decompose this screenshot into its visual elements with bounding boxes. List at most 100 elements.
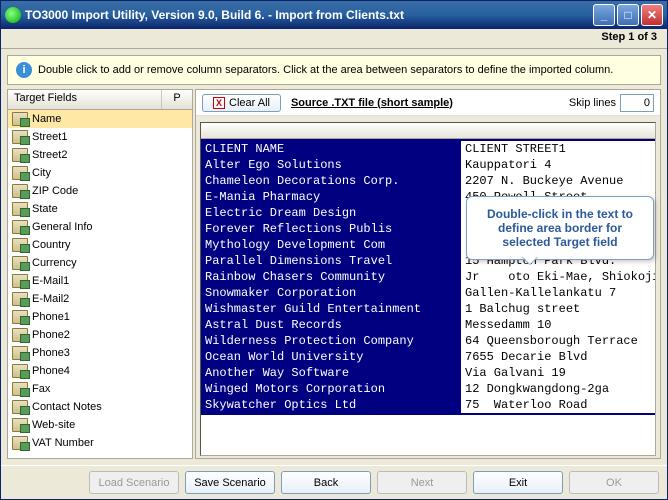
x-icon: X bbox=[213, 97, 225, 109]
data-row[interactable]: Wilderness Protection Company64 Queensbo… bbox=[201, 333, 656, 349]
field-label: Name bbox=[32, 113, 61, 125]
field-label: Contact Notes bbox=[32, 401, 102, 413]
target-fields-panel: Target Fields P Name Street1Street2City ZI… bbox=[7, 89, 193, 459]
field-icon bbox=[12, 310, 28, 324]
field-row-e-mail1[interactable]: E-Mail1 bbox=[8, 272, 192, 290]
cell-a: Ocean World University bbox=[201, 349, 461, 365]
field-row-street2[interactable]: Street2 bbox=[8, 146, 192, 164]
cell-a: Another Way Software bbox=[201, 365, 461, 381]
field-label: Country bbox=[32, 239, 71, 251]
field-row-city[interactable]: City bbox=[8, 164, 192, 182]
field-icon bbox=[12, 238, 28, 252]
header-target-fields[interactable]: Target Fields bbox=[8, 90, 162, 109]
cell-b: 75 Waterloo Road bbox=[461, 397, 656, 413]
data-row[interactable]: Rainbow Chasers CommunityJr oto Eki-Mae,… bbox=[201, 269, 656, 285]
data-row[interactable]: Chameleon Decorations Corp.2207 N. Bucke… bbox=[201, 173, 656, 189]
minimize-button[interactable]: _ bbox=[593, 4, 615, 26]
field-row-street1[interactable]: Street1 bbox=[8, 128, 192, 146]
target-fields-list[interactable]: Name Street1Street2City ZIP Code StateGener… bbox=[8, 110, 192, 458]
field-label: Fax bbox=[32, 383, 50, 395]
cell-a: Chameleon Decorations Corp. bbox=[201, 173, 461, 189]
field-icon bbox=[12, 112, 28, 126]
info-text: Double click to add or remove column sep… bbox=[38, 64, 613, 76]
field-row-state[interactable]: State bbox=[8, 200, 192, 218]
source-file-label: Source .TXT file (short sample) bbox=[291, 97, 453, 109]
field-icon bbox=[12, 166, 28, 180]
data-scroll[interactable]: CLIENT NAMECLIENT STREET1Alter Ego Solut… bbox=[200, 122, 656, 456]
hint-tooltip: Double-click in the text to define area … bbox=[466, 196, 654, 260]
data-row[interactable]: Another Way SoftwareVia Galvani 19 bbox=[201, 365, 656, 381]
field-label: VAT Number bbox=[32, 437, 94, 449]
data-row[interactable]: Winged Motors Corporation12 Dongkwangdon… bbox=[201, 381, 656, 397]
cell-a: E-Mania Pharmacy bbox=[201, 189, 461, 205]
data-row[interactable]: Astral Dust RecordsMessedamm 10 bbox=[201, 317, 656, 333]
field-icon bbox=[12, 292, 28, 306]
field-row-name[interactable]: Name bbox=[8, 110, 192, 128]
column-ruler[interactable] bbox=[201, 123, 656, 139]
field-row-general-info[interactable]: General Info bbox=[8, 218, 192, 236]
field-row-e-mail2[interactable]: E-Mail2 bbox=[8, 290, 192, 308]
data-row[interactable]: Snowmaker CorporationGallen-Kallelankatu… bbox=[201, 285, 656, 301]
field-icon bbox=[12, 436, 28, 450]
cell-b: Via Galvani 19 bbox=[461, 365, 656, 381]
app-window: TO3000 Import Utility, Version 9.0, Buil… bbox=[0, 0, 668, 500]
field-icon bbox=[12, 220, 28, 234]
cell-b: Gallen-Kallelankatu 7 bbox=[461, 285, 656, 301]
field-icon bbox=[12, 328, 28, 342]
exit-button[interactable]: Exit bbox=[473, 471, 563, 494]
field-label: ZIP Code bbox=[32, 185, 78, 197]
source-panel: X Clear All Source .TXT file (short samp… bbox=[195, 89, 661, 459]
cell-b: 1 Balchug street bbox=[461, 301, 656, 317]
bottom-button-bar: Load Scenario Save Scenario Back Next Ex… bbox=[1, 465, 667, 499]
cell-a: Alter Ego Solutions bbox=[201, 157, 461, 173]
data-content[interactable]: CLIENT NAMECLIENT STREET1Alter Ego Solut… bbox=[201, 139, 656, 415]
cell-b: 64 Queensborough Terrace bbox=[461, 333, 656, 349]
field-row-vat-number[interactable]: VAT Number bbox=[8, 434, 192, 452]
field-icon bbox=[12, 418, 28, 432]
field-row-currency[interactable]: Currency bbox=[8, 254, 192, 272]
cell-b: 2207 N. Buckeye Avenue bbox=[461, 173, 656, 189]
info-banner: i Double click to add or remove column s… bbox=[7, 55, 661, 85]
cell-a: Winged Motors Corporation bbox=[201, 381, 461, 397]
cell-b: 7655 Decarie Blvd bbox=[461, 349, 656, 365]
main-area: Target Fields P Name Street1Street2City ZI… bbox=[7, 89, 661, 459]
close-button[interactable]: ✕ bbox=[641, 4, 663, 26]
field-row-zip-code[interactable]: ZIP Code bbox=[8, 182, 192, 200]
data-row[interactable]: Ocean World University7655 Decarie Blvd bbox=[201, 349, 656, 365]
field-label: Phone3 bbox=[32, 347, 70, 359]
target-fields-header: Target Fields P bbox=[8, 90, 192, 110]
ok-button[interactable]: OK bbox=[569, 471, 659, 494]
clear-all-button[interactable]: X Clear All bbox=[202, 94, 281, 112]
cell-b: Kauppatori 4 bbox=[461, 157, 656, 173]
field-row-phone2[interactable]: Phone2 bbox=[8, 326, 192, 344]
field-row-web-site[interactable]: Web-site bbox=[8, 416, 192, 434]
back-button[interactable]: Back bbox=[281, 471, 371, 494]
cell-b: Messedamm 10 bbox=[461, 317, 656, 333]
field-icon bbox=[12, 400, 28, 414]
data-row[interactable]: Alter Ego SolutionsKauppatori 4 bbox=[201, 157, 656, 173]
cell-a: Forever Reflections Publis bbox=[201, 221, 461, 237]
data-header-row: CLIENT NAMECLIENT STREET1 bbox=[201, 141, 656, 157]
cell-b: 12 Dongkwangdong-2ga bbox=[461, 381, 656, 397]
cell-a: Skywatcher Optics Ltd bbox=[201, 397, 461, 413]
maximize-button[interactable]: □ bbox=[617, 4, 639, 26]
save-scenario-button[interactable]: Save Scenario bbox=[185, 471, 275, 494]
skip-lines-input[interactable] bbox=[620, 94, 654, 112]
field-row-phone3[interactable]: Phone3 bbox=[8, 344, 192, 362]
cell-b: Jr oto Eki-Mae, Shiokoji-Dori bbox=[461, 269, 656, 285]
data-row[interactable]: Skywatcher Optics Ltd75 Waterloo Road bbox=[201, 397, 656, 413]
field-icon bbox=[12, 274, 28, 288]
field-row-phone4[interactable]: Phone4 bbox=[8, 362, 192, 380]
field-row-contact-notes[interactable]: Contact Notes bbox=[8, 398, 192, 416]
cell-a: Wishmaster Guild Entertainment bbox=[201, 301, 461, 317]
field-icon bbox=[12, 202, 28, 216]
source-toolbar: X Clear All Source .TXT file (short samp… bbox=[196, 90, 660, 116]
field-label: E-Mail2 bbox=[32, 293, 69, 305]
data-row[interactable]: Wishmaster Guild Entertainment1 Balchug … bbox=[201, 301, 656, 317]
field-row-phone1[interactable]: Phone1 bbox=[8, 308, 192, 326]
load-scenario-button[interactable]: Load Scenario bbox=[89, 471, 179, 494]
field-row-country[interactable]: Country bbox=[8, 236, 192, 254]
field-row-fax[interactable]: Fax bbox=[8, 380, 192, 398]
header-p-column[interactable]: P bbox=[162, 90, 192, 109]
next-button[interactable]: Next bbox=[377, 471, 467, 494]
